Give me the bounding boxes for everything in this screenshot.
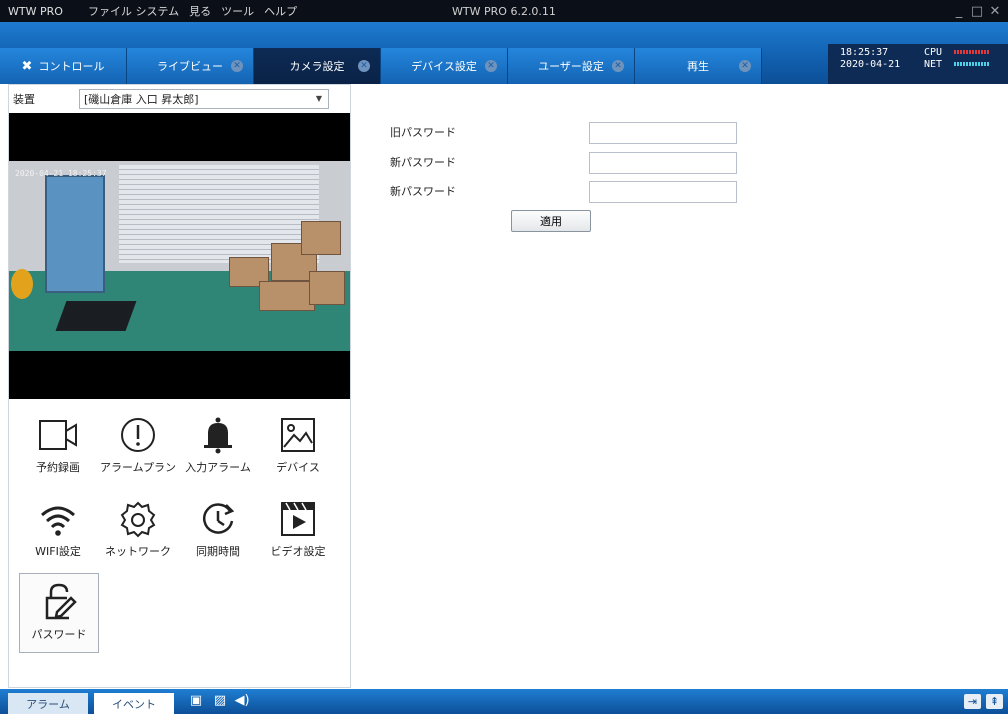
tab-label: デバイス設定 [411,60,477,73]
clapperboard-icon [281,502,315,536]
camera-panel: 装置 [磯山倉庫 入口 昇太郎] ▼ 2020-04-21 18:25:37 予… [8,84,351,688]
tab-user-settings[interactable]: ユーザー設定 ✕ [508,48,635,84]
wifi-settings-button[interactable]: WIFI設定 [19,499,97,575]
tab-label: 再生 [687,60,709,73]
window-controls: _ □ ✕ [950,0,1004,22]
icon-label: ネットワーク [105,545,171,558]
tools-icon: ✖ [21,58,33,74]
image-icon [281,418,315,452]
new-password-label: 新パスワード [390,156,456,169]
lock-edit-icon [45,583,77,620]
icon-label: WIFI設定 [35,545,81,558]
icon-label: 入力アラーム [185,461,251,474]
tab-close-icon[interactable]: ✕ [739,60,751,72]
bell-icon [204,417,232,454]
tab-device-settings[interactable]: デバイス設定 ✕ [381,48,508,84]
network-button[interactable]: ネットワーク [99,499,177,575]
close-icon[interactable]: ✕ [986,4,1004,19]
main-tabs: ✖ コントロール ライブビュー ✕ カメラ設定 ✕ デバイス設定 ✕ ユーザー設… [0,48,762,84]
wifi-icon [41,506,75,536]
icon-label: 予約録画 [36,461,80,474]
icon-label: ビデオ設定 [270,545,326,558]
device-selected-value: [磯山倉庫 入口 昇太郎] [84,93,199,106]
status-time: 18:25:37 [840,47,889,58]
network-gear-icon [120,501,156,538]
tab-close-icon[interactable]: ✕ [612,60,624,72]
input-alarm-button[interactable]: 入力アラーム [179,415,257,491]
bottom-bar: アラーム イベント ▣ ▨ ◀) ⇥ ⇞ [0,689,1008,714]
speaker-icon[interactable]: ◀) [234,694,250,708]
title-bar: WTW PRO ファイル システム 見る ツール ヘルプ WTW PRO 6.2… [0,0,1008,22]
device-label: 装置 [13,93,35,106]
tab-playback[interactable]: 再生 ✕ [635,48,762,84]
confirm-password-input[interactable] [589,181,737,203]
net-label: NET [924,59,943,70]
icon-label: アラームプラン [99,461,176,474]
maximize-icon[interactable]: □ [968,4,986,19]
tab-control[interactable]: ✖ コントロール [0,48,127,84]
icon-label: デバイス [276,461,320,474]
device-select[interactable]: [磯山倉庫 入口 昇太郎] ▼ [79,89,329,109]
cpu-label: CPU [924,47,943,58]
chat-icon[interactable]: ▣ [188,694,204,708]
old-password-input[interactable] [589,122,737,144]
net-meter [954,62,990,66]
camera-image: 2020-04-21 18:25:37 [9,161,350,351]
apply-button[interactable]: 適用 [511,210,591,232]
camera-preview: 2020-04-21 18:25:37 [9,113,350,399]
pin-icon[interactable]: ⇥ [964,694,981,709]
old-password-label: 旧パスワード [390,126,456,139]
alarm-plan-button[interactable]: アラームプラン [99,415,177,491]
tab-event[interactable]: イベント [94,693,174,714]
status-panel: 18:25:37 2020-04-21 CPU NET [828,44,1008,84]
tab-live-view[interactable]: ライブビュー ✕ [127,48,254,84]
tab-label: カメラ設定 [289,60,345,73]
tab-label: ライブビュー [157,60,223,73]
confirm-password-label: 新パスワード [390,185,456,198]
sync-clock-icon [203,503,235,534]
menu-help[interactable]: ヘルプ [264,3,297,19]
status-labels: CPU NET [924,47,942,71]
new-password-row: 新パスワード [390,152,750,174]
tab-close-icon[interactable]: ✕ [358,60,370,72]
tab-close-icon[interactable]: ✕ [485,60,497,72]
tab-label: ユーザー設定 [538,60,604,73]
sync-time-button[interactable]: 同期時間 [179,499,257,575]
password-button[interactable]: パスワード [19,573,99,653]
new-password-input[interactable] [589,152,737,174]
status-datetime: 18:25:37 2020-04-21 [840,47,900,71]
picture-icon[interactable]: ▨ [212,694,228,708]
tab-close-icon[interactable]: ✕ [231,60,243,72]
tab-label: コントロール [38,60,105,73]
status-date: 2020-04-21 [840,59,901,70]
icon-label: 同期時間 [196,545,240,558]
tab-alarm[interactable]: アラーム [8,693,88,714]
video-settings-button[interactable]: ビデオ設定 [259,499,337,575]
minimize-icon[interactable]: _ [950,4,968,19]
device-row: 装置 [磯山倉庫 入口 昇太郎] ▼ [9,87,350,111]
schedule-record-button[interactable]: 予約録画 [19,415,97,491]
app-name: WTW PRO [8,4,63,18]
device-button[interactable]: デバイス [259,415,337,491]
alert-circle-icon [121,418,155,452]
tab-bar: ✖ コントロール ライブビュー ✕ カメラ設定 ✕ デバイス設定 ✕ ユーザー設… [0,22,1008,84]
icon-label: パスワード [31,628,87,641]
menu-view[interactable]: 見る [189,3,211,19]
chevron-down-icon: ▼ [315,94,322,103]
menu-tools[interactable]: ツール [221,3,254,19]
cpu-meter [954,50,990,54]
tab-camera-settings[interactable]: カメラ設定 ✕ [254,48,381,84]
confirm-password-row: 新パスワード [390,181,750,203]
video-camera-icon [39,420,77,450]
menu-file-system[interactable]: ファイル システム [88,3,179,19]
expand-icon[interactable]: ⇞ [986,694,1003,709]
video-timestamp: 2020-04-21 18:25:37 [15,169,107,178]
old-password-row: 旧パスワード [390,122,750,144]
